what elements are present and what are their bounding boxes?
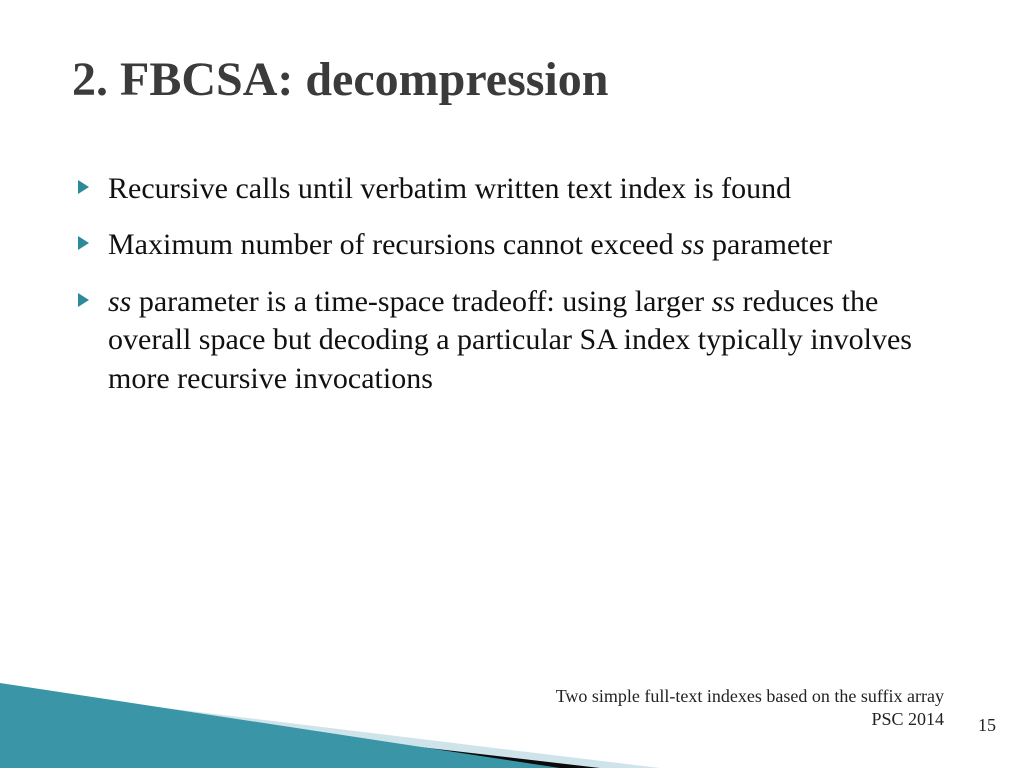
slide: 2. FBCSA: decompression Recursive calls … xyxy=(0,0,1024,768)
bullet-marker-icon xyxy=(78,236,90,250)
list-item: Maximum number of recursions cannot exce… xyxy=(78,226,964,264)
bullet-text: ss parameter is a time-space tradeoff: u… xyxy=(108,283,964,398)
slide-footer: Two simple full-text indexes based on th… xyxy=(556,686,944,730)
bullet-marker-icon xyxy=(78,293,90,307)
slide-title: 2. FBCSA: decompression xyxy=(72,52,608,107)
bullet-marker-icon xyxy=(78,180,90,194)
page-number: 15 xyxy=(978,715,996,736)
bullet-text: Recursive calls until verbatim written t… xyxy=(108,170,791,208)
decorative-corner-shape xyxy=(0,588,1024,768)
bullet-text: Maximum number of recursions cannot exce… xyxy=(108,226,832,264)
list-item: ss parameter is a time-space tradeoff: u… xyxy=(78,283,964,398)
footer-line-1: Two simple full-text indexes based on th… xyxy=(556,686,944,707)
list-item: Recursive calls until verbatim written t… xyxy=(78,170,964,208)
footer-line-2: PSC 2014 xyxy=(556,709,944,730)
bullet-list: Recursive calls until verbatim written t… xyxy=(78,170,964,416)
